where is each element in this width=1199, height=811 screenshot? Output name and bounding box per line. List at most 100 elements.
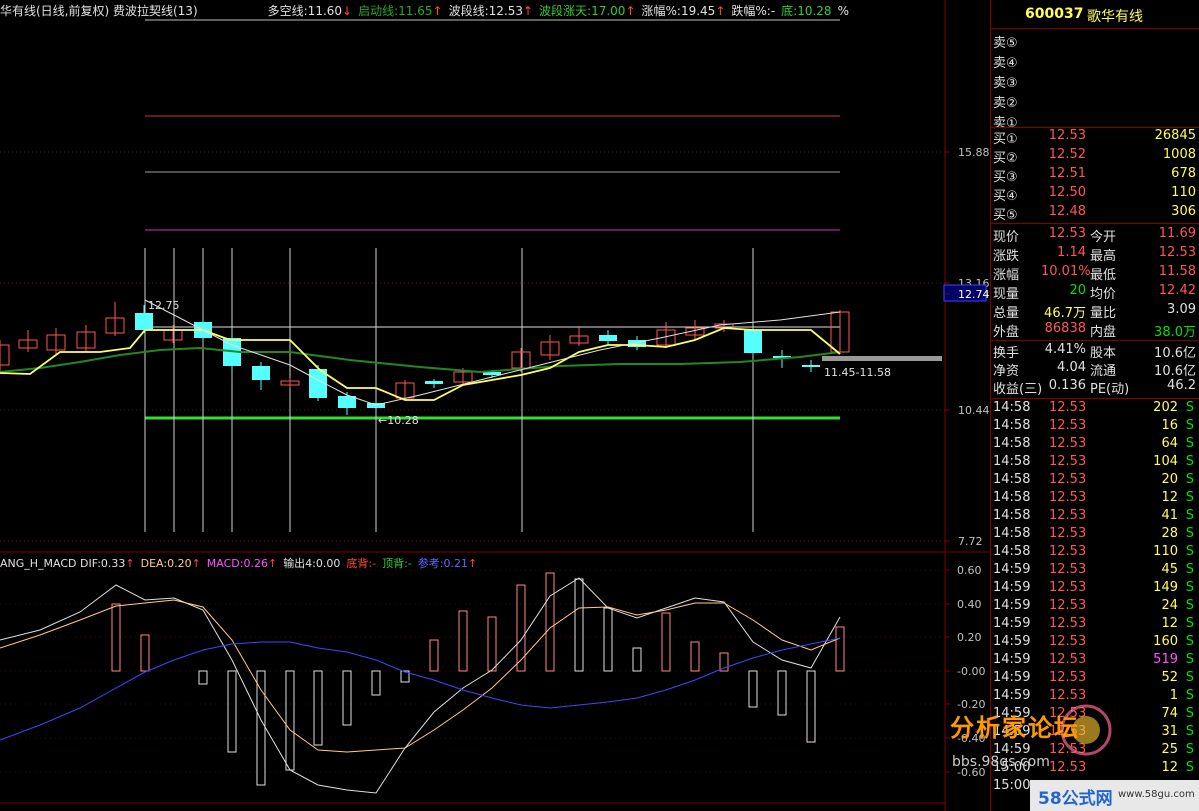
tick-time: 15:00	[993, 778, 1031, 793]
tick-price: 12.53	[1049, 634, 1087, 649]
kline-chart[interactable]: 15.8813.1612.7410.447.720.600.400.20-0.0…	[0, 0, 990, 811]
bid-volume: 1008	[1162, 147, 1196, 162]
tick-volume: 12	[1161, 616, 1178, 631]
macd-bar	[690, 641, 700, 672]
tick-side: S	[1185, 706, 1194, 721]
indicator-header: 华有线(日线,前复权) 费波拉契线(13) 多空线:11.60↓ 启动线:11.65…	[0, 2, 945, 18]
bid-label: 买④	[993, 189, 1018, 204]
tick-price: 12.53	[1049, 418, 1087, 433]
tick-time: 14:58	[993, 454, 1031, 469]
macd-bar	[313, 670, 323, 746]
tick-row: 14:58 12.53 110 S	[991, 544, 1199, 562]
quote-row: 涨幅 10.01% 最低 11.58	[991, 264, 1199, 283]
bid-price: 12.48	[1048, 204, 1086, 219]
bid-volume: 306	[1171, 204, 1196, 219]
candle-down	[425, 381, 443, 384]
price-label: 15.88	[958, 146, 990, 159]
tick-volume: 31	[1161, 724, 1178, 739]
finance-value: 4.41%	[1044, 342, 1086, 357]
watermark-url: bbs.98gs.com	[952, 754, 1050, 770]
bid-volume: 678	[1171, 166, 1196, 181]
macd-value: MACD:0.26↑	[206, 557, 278, 570]
tick-row: 14:59 12.53 12 S	[991, 616, 1199, 634]
finance-value: 4.04	[1057, 360, 1086, 375]
ask-label: 卖⑤	[993, 36, 1018, 51]
tick-row: 14:58 12.53 41 S	[991, 508, 1199, 526]
bid-row: 买④ 12.50 110	[991, 185, 1199, 204]
tick-volume: 104	[1153, 454, 1178, 469]
chart-title: 华有线(日线,前复权) 费波拉契线(13)	[0, 4, 198, 18]
candle-down	[744, 330, 762, 353]
tick-row: 14:58 12.53 104 S	[991, 454, 1199, 472]
finance-label: 流通	[1090, 364, 1117, 379]
candle-down	[338, 396, 356, 408]
tick-time: 14:59	[993, 598, 1031, 613]
tick-row: 14:58 12.53 64 S	[991, 436, 1199, 454]
tick-time: 14:58	[993, 526, 1031, 541]
tick-side: S	[1185, 454, 1194, 469]
macd-bar	[603, 607, 613, 672]
quote-value: 86838	[1044, 321, 1086, 336]
indicator-value: %	[837, 4, 849, 18]
arrow-icon: ↑	[467, 557, 478, 570]
ma-long	[0, 346, 841, 374]
tick-row: 14:58 12.53 202 S	[991, 400, 1199, 418]
tick-side: S	[1185, 688, 1194, 703]
tick-volume: 149	[1153, 580, 1178, 595]
candle-down	[802, 365, 820, 367]
quote-value: 38.0万	[1154, 325, 1196, 340]
indicator-value: 启动线:11.65↑	[358, 4, 443, 18]
tick-time: 14:59	[993, 670, 1031, 685]
chart-area[interactable]: 15.88 13.16 12.74 10.44 7.72 0.60 0.40 0.20 -0.0…	[0, 0, 990, 811]
quote-label: 现量	[993, 287, 1020, 302]
tick-volume: 74	[1161, 706, 1178, 721]
price-label: 10.44	[958, 404, 990, 417]
tick-side: S	[1185, 508, 1194, 523]
macd-bar	[487, 616, 497, 672]
arrow-icon: ↑	[715, 4, 726, 18]
tick-volume: 202	[1153, 400, 1178, 415]
tick-volume: 110	[1153, 544, 1178, 559]
site-footer: 58公式网 www.58gu.com	[1030, 780, 1199, 811]
stock-name: 歌华有线	[1087, 9, 1143, 25]
tick-price: 12.53	[1049, 544, 1087, 559]
bid-row: 买② 12.52 1008	[991, 147, 1199, 166]
arrow-icon: ↑	[125, 557, 135, 570]
bid-volume: 26845	[1154, 128, 1196, 143]
finance-row: 净资 4.04 流通 10.6亿	[991, 360, 1199, 379]
range-annotation: 11.45-11.58	[824, 366, 891, 379]
tick-row: 14:59 12.53 160 S	[991, 634, 1199, 652]
tick-volume: 160	[1153, 634, 1178, 649]
ask-row: 卖③	[991, 72, 1199, 91]
bid-price: 12.53	[1048, 128, 1086, 143]
indicator-value: 涨幅%:19.45↑	[641, 4, 726, 18]
indicator-value: 跌幅%:-	[731, 4, 776, 18]
bid-row: 买⑤ 12.48 306	[991, 204, 1199, 223]
tick-side: S	[1185, 760, 1194, 775]
macd-bar	[285, 670, 295, 771]
bid-label: 买⑤	[993, 208, 1018, 223]
tick-volume: 24	[1161, 598, 1178, 613]
finance-row: 换手 4.41% 股本 10.6亿	[991, 342, 1199, 361]
price-bar	[822, 356, 942, 361]
tick-volume: 28	[1161, 526, 1178, 541]
macd-bar	[198, 670, 208, 685]
quote-label: 今开	[1090, 230, 1117, 245]
finance-label: 净资	[993, 364, 1020, 379]
forum-watermark: 分析家论坛 bbs.98gs.com	[946, 700, 1116, 780]
watermark-title: 分析家论坛	[950, 714, 1080, 742]
tick-row: 14:59 12.53 149 S	[991, 580, 1199, 598]
quote-panel: 600037 歌华有线 卖⑤ 卖④ 卖③ 卖② 卖① 买① 12.53 26845 买② 12.52 1…	[990, 0, 1199, 811]
finance-value: 10.6亿	[1154, 346, 1196, 361]
tick-volume: 16	[1161, 418, 1178, 433]
quote-value: 11.58	[1158, 264, 1196, 279]
tick-price: 12.53	[1049, 598, 1087, 613]
quote-value: 1.14	[1057, 245, 1086, 260]
tick-row: 14:58 12.53 28 S	[991, 526, 1199, 544]
tick-volume: 1	[1169, 688, 1178, 703]
bid-price: 12.52	[1048, 147, 1086, 162]
stock-code: 600037	[1025, 6, 1084, 22]
tick-side: S	[1185, 634, 1194, 649]
quote-value: 12.53	[1158, 245, 1196, 260]
macd-bar	[371, 670, 381, 696]
